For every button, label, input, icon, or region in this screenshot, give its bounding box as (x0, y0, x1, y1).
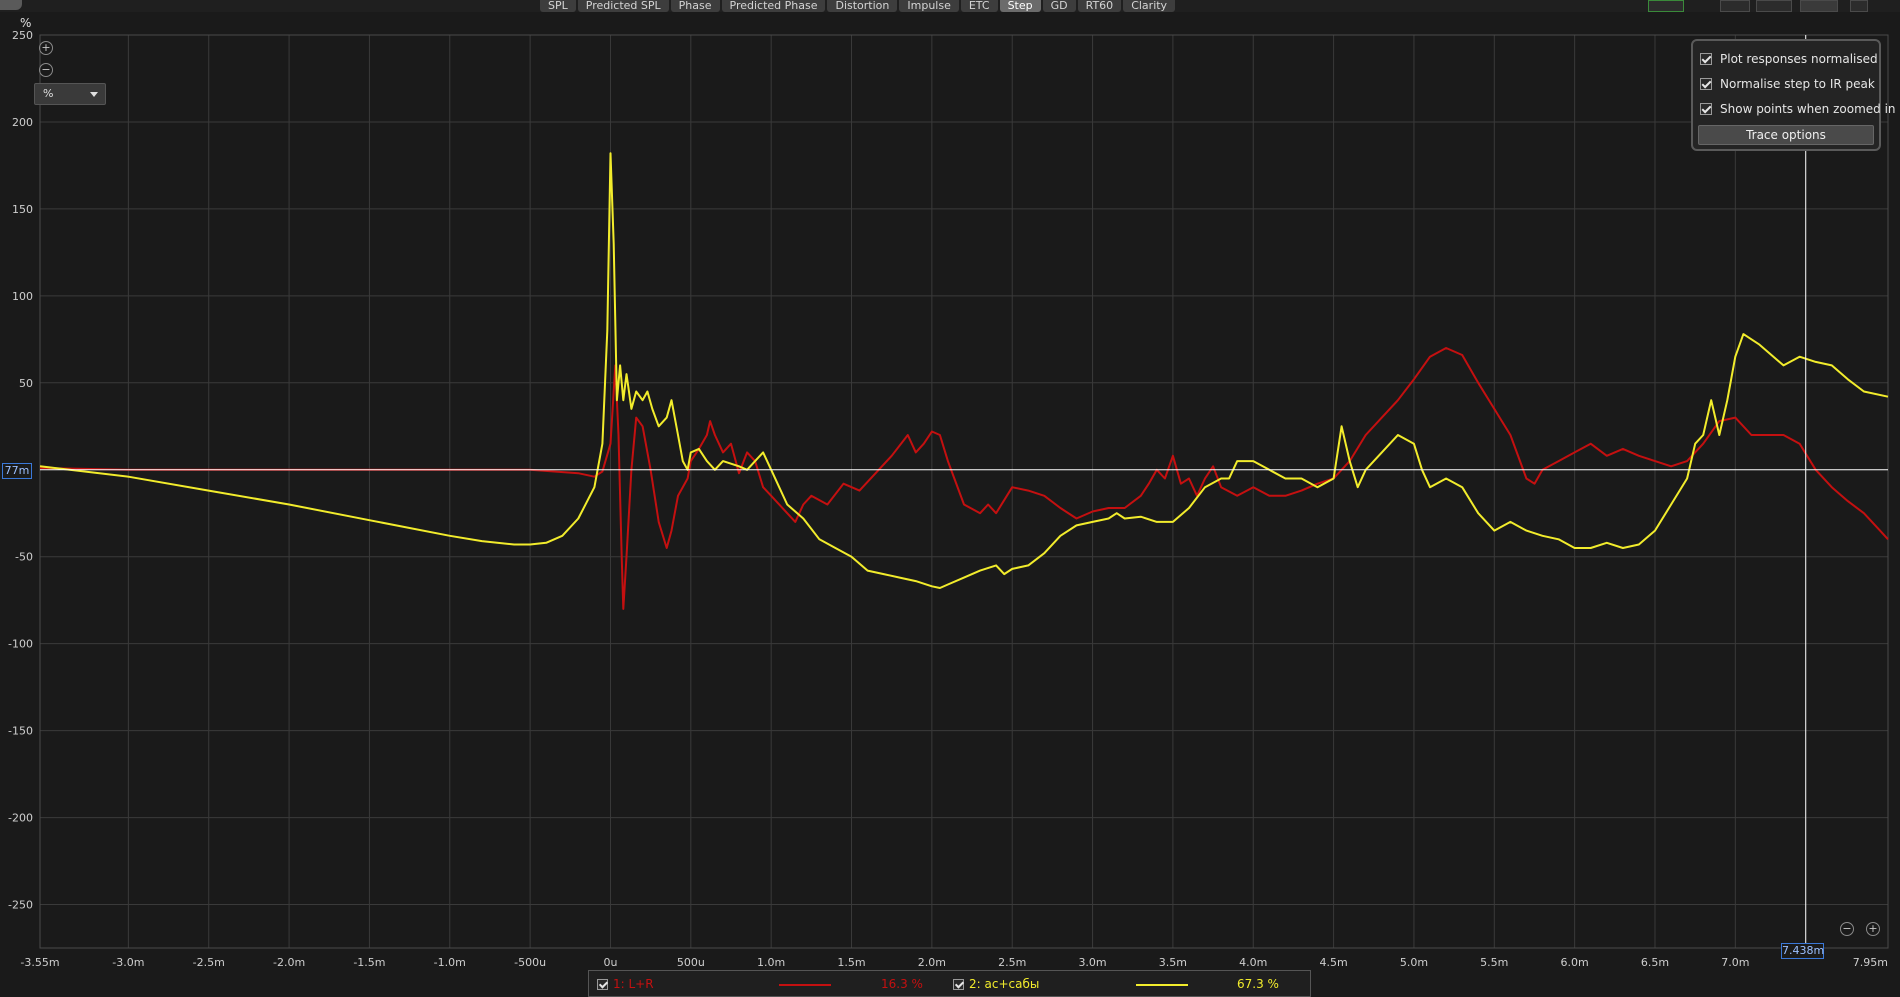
zoom-in-icon[interactable]: + (39, 41, 53, 55)
gear-icon[interactable] (1876, 0, 1896, 12)
checkbox-icon[interactable] (953, 978, 964, 990)
tab-impulse[interactable]: Impulse (899, 0, 959, 12)
tab-spl[interactable]: SPL (540, 0, 576, 12)
y-tick-label: -100 (8, 638, 33, 651)
cursor-y-readout: 77m (2, 463, 32, 479)
y-axis-unit-label: % (20, 16, 32, 30)
x-tick-label: 7.0m (1721, 956, 1749, 969)
legend-line-2 (1136, 984, 1188, 986)
y-tick-label: -250 (8, 899, 33, 912)
y-tick-label: -150 (8, 725, 33, 738)
tab-etc[interactable]: ETC (960, 0, 998, 12)
graph-tab-bar: SPL Predicted SPL Phase Predicted Phase Dist… (0, 0, 1900, 12)
legend-label-1: 1: L+R (613, 977, 654, 991)
checkbox-icon[interactable] (597, 978, 608, 990)
tab-step[interactable]: Step (999, 0, 1041, 12)
fit-view-button[interactable] (1800, 0, 1838, 12)
x-tick-label: -1.5m (353, 956, 385, 969)
option-normalise-step[interactable]: Normalise step to IR peak (1700, 75, 1875, 93)
tab-distortion[interactable]: Distortion (827, 0, 898, 12)
plot-area-background (0, 0, 1900, 997)
y-tick-label: 150 (12, 203, 33, 216)
option-label: Show points when zoomed in (1720, 102, 1896, 116)
zoom-out-icon[interactable]: − (1840, 922, 1854, 936)
zoom-in-icon[interactable]: + (1866, 922, 1880, 936)
tab-gd[interactable]: GD (1042, 0, 1076, 12)
trace-legend: 1: L+R 16.3 % 2: ас+сабы 67.3 % (588, 970, 1311, 997)
checkbox-icon[interactable] (1700, 53, 1712, 65)
graph-options-panel: Plot responses normalised Normalise step… (1691, 39, 1896, 151)
x-tick-label: -3.55m (20, 956, 59, 969)
y-tick-label: 250 (12, 29, 33, 42)
tab-predicted-phase[interactable]: Predicted Phase (721, 0, 826, 12)
legend-label-2: 2: ас+сабы (969, 977, 1040, 991)
checkbox-icon[interactable] (1700, 103, 1712, 115)
x-tick-label: 5.0m (1400, 956, 1428, 969)
tab-clarity[interactable]: Clarity (1123, 0, 1176, 12)
y-tick-label: -50 (15, 551, 33, 564)
x-tick-label: -2.5m (193, 956, 225, 969)
option-label: Normalise step to IR peak (1720, 77, 1875, 91)
graph-tabs: SPL Predicted SPL Phase Predicted Phase Dist… (540, 0, 1177, 12)
y-tick-label: -200 (8, 812, 33, 825)
legend-item-1[interactable]: 1: L+R (597, 977, 654, 991)
toolbar-grid-button[interactable] (1756, 0, 1792, 12)
legend-line-1 (779, 984, 831, 986)
x-tick-label: 5.5m (1480, 956, 1508, 969)
legend-value-2: 67.3 % (1237, 977, 1279, 991)
y-tick-label: 100 (12, 290, 33, 303)
x-tick-label: 3.0m (1078, 956, 1106, 969)
x-tick-label: 4.5m (1319, 956, 1347, 969)
legend-value-1: 16.3 % (881, 977, 923, 991)
tab-rt60[interactable]: RT60 (1077, 0, 1122, 12)
tab-phase[interactable]: Phase (670, 0, 720, 12)
menu-button[interactable] (1850, 0, 1868, 12)
x-tick-label: 6.0m (1561, 956, 1589, 969)
x-tick-label: 3.5m (1159, 956, 1187, 969)
y-tick-label: 50 (19, 377, 33, 390)
zoom-out-icon[interactable]: − (39, 63, 53, 77)
x-tick-label: 4.0m (1239, 956, 1267, 969)
y-tick-label: 200 (12, 116, 33, 129)
x-tick-label: 1.5m (837, 956, 865, 969)
x-tick-label: 2.0m (918, 956, 946, 969)
option-show-points[interactable]: Show points when zoomed in (1700, 100, 1896, 118)
x-tick-label: 0u (603, 956, 617, 969)
option-plot-normalised[interactable]: Plot responses normalised (1700, 50, 1878, 68)
capture-button[interactable] (1648, 0, 1684, 12)
x-tick-label: 7.95m (1853, 956, 1888, 969)
chevron-down-icon (90, 92, 98, 97)
toolbar-blank-button[interactable] (1720, 0, 1750, 12)
x-tick-label: -3.0m (112, 956, 144, 969)
tab-predicted-spl[interactable]: Predicted SPL (577, 0, 669, 12)
checkbox-icon[interactable] (1700, 78, 1712, 90)
option-label: Plot responses normalised (1720, 52, 1878, 66)
step-response-chart[interactable]: 250 200 150 100 50 -50 -100 -150 -200 -250 -3.55m… (0, 0, 1900, 997)
cursor-x-readout: 7.438m (1781, 943, 1825, 959)
legend-item-2[interactable]: 2: ас+сабы (953, 977, 1039, 991)
x-tick-label: 500u (677, 956, 705, 969)
x-tick-label: 1.0m (757, 956, 785, 969)
x-tick-label: -500u (514, 956, 546, 969)
unit-select[interactable]: % (34, 83, 106, 105)
x-tick-label: 2.5m (998, 956, 1026, 969)
trace-options-button[interactable]: Trace options (1698, 125, 1874, 145)
settings-icon[interactable] (0, 0, 22, 10)
x-tick-label: -1.0m (434, 956, 466, 969)
x-tick-label: 6.5m (1641, 956, 1669, 969)
x-tick-label: -2.0m (273, 956, 305, 969)
unit-select-value: % (43, 87, 54, 100)
